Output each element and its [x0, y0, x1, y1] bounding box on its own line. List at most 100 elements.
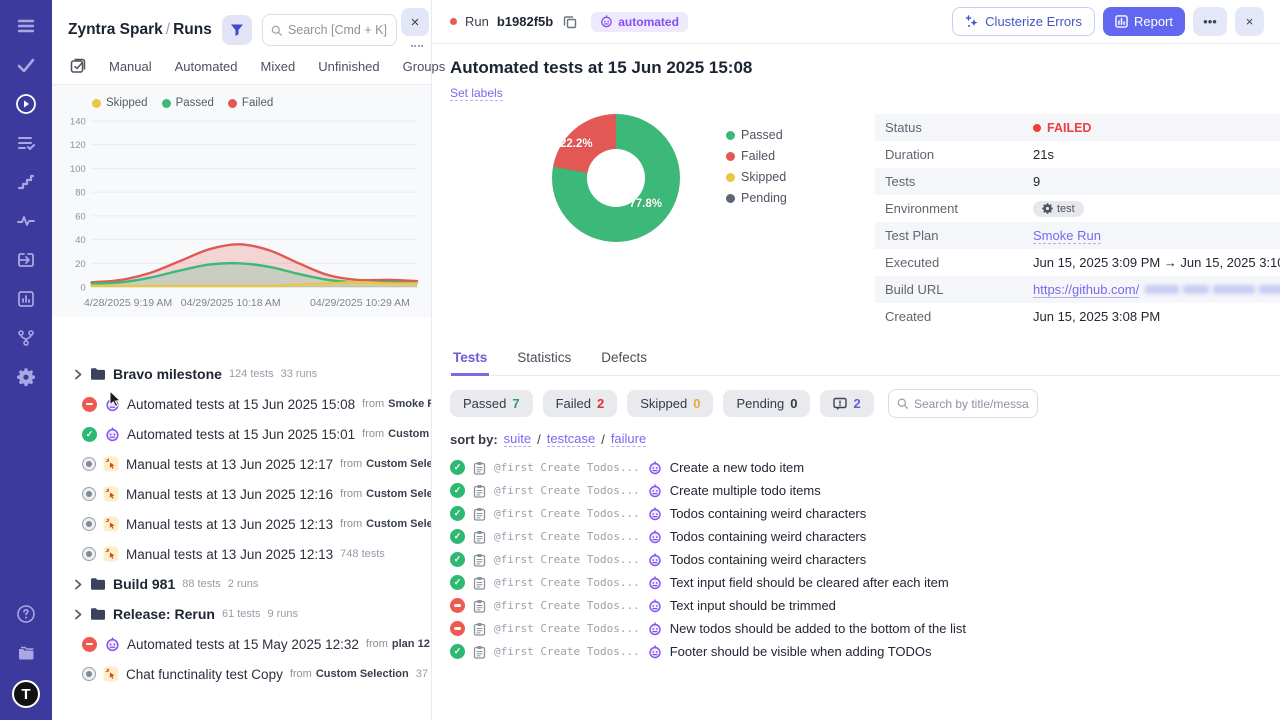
run-from-source[interactable]: Smoke Run — [388, 398, 431, 410]
test-row[interactable]: @first Create Todos... Footer should be … — [450, 643, 1280, 660]
select-runs-icon[interactable] — [70, 58, 86, 74]
test-row[interactable]: @first Create Todos... Create a new todo… — [450, 459, 1280, 476]
test-suite[interactable]: @first Create Todos... — [494, 507, 640, 520]
run-title[interactable]: Build 981 — [113, 576, 175, 592]
test-title[interactable]: Todos containing weird characters — [670, 529, 867, 544]
sort-by-suite[interactable]: suite — [504, 431, 531, 447]
test-suite[interactable]: @first Create Todos... — [494, 645, 640, 658]
project-name[interactable]: Zyntra Spark — [68, 21, 163, 38]
test-title[interactable]: New todos should be added to the bottom … — [670, 621, 966, 636]
panel-close-button[interactable]: × — [401, 8, 429, 36]
panel-resize-handle[interactable] — [411, 40, 423, 47]
test-title[interactable]: Text input field should be cleared after… — [670, 575, 949, 590]
run-from-source[interactable]: Custom Selection — [366, 458, 431, 470]
run-row[interactable]: Manual tests at 13 Jun 2025 12:17 from C… — [52, 449, 431, 479]
test-suite[interactable]: @first Create Todos... — [494, 530, 640, 543]
tab-unfinished[interactable]: Unfinished — [318, 59, 379, 74]
list-check-icon[interactable] — [14, 131, 38, 155]
activity-icon[interactable] — [14, 209, 38, 233]
play-circle-icon[interactable] — [14, 92, 38, 116]
run-row[interactable]: Manual tests at 13 Jun 2025 12:13 from 7… — [52, 539, 431, 569]
test-row[interactable]: @first Create Todos... Create multiple t… — [450, 482, 1280, 499]
run-from-source[interactable]: Custom Selection — [388, 428, 431, 440]
chevron-right-icon[interactable] — [74, 609, 83, 620]
run-title[interactable]: Automated tests at 15 May 2025 12:32 — [127, 637, 359, 652]
test-plan-link[interactable]: Smoke Run — [1033, 228, 1101, 244]
run-row[interactable]: Release: Rerun from 61 tests 9 runs — [52, 599, 431, 629]
help-icon[interactable] — [14, 602, 38, 626]
set-labels-link[interactable]: Set labels — [450, 86, 503, 101]
run-title[interactable]: Chat functinality test Copy — [126, 667, 283, 682]
test-suite[interactable]: @first Create Todos... — [494, 622, 640, 635]
tab-defects[interactable]: Defects — [599, 344, 649, 375]
test-row[interactable]: @first Create Todos... Text input field … — [450, 574, 1280, 591]
run-row[interactable]: Manual tests at 13 Jun 2025 12:16 from C… — [52, 479, 431, 509]
filter-comments-chip[interactable]: 2 — [820, 390, 873, 417]
run-title[interactable]: Manual tests at 13 Jun 2025 12:17 — [126, 457, 333, 472]
run-from-source[interactable]: Custom Selection — [316, 668, 409, 680]
test-suite[interactable]: @first Create Todos... — [494, 599, 640, 612]
close-run-button[interactable]: × — [1235, 7, 1264, 36]
run-from-source[interactable]: Custom Selection — [366, 488, 431, 500]
run-title[interactable]: Manual tests at 13 Jun 2025 12:13 — [126, 517, 333, 532]
run-title[interactable]: Bravo milestone — [113, 366, 222, 382]
tab-statistics[interactable]: Statistics — [515, 344, 573, 375]
filter-failed-chip[interactable]: Failed2 — [543, 390, 618, 417]
run-title[interactable]: Manual tests at 13 Jun 2025 12:13 — [126, 547, 333, 562]
runs-search-input[interactable] — [288, 23, 388, 37]
sort-by-testcase[interactable]: testcase — [547, 431, 595, 447]
run-row[interactable]: Automated tests at 15 May 2025 12:32 fro… — [52, 629, 431, 659]
run-row[interactable]: Bravo milestone from 124 tests 33 runs — [52, 359, 431, 389]
filter-skipped-chip[interactable]: Skipped0 — [627, 390, 713, 417]
test-title[interactable]: Footer should be visible when adding TOD… — [670, 644, 932, 659]
test-row[interactable]: @first Create Todos... Text input should… — [450, 597, 1280, 614]
run-row[interactable]: Build 981 from 88 tests 2 runs — [52, 569, 431, 599]
build-url-link[interactable]: https://github.com/ — [1033, 282, 1139, 298]
run-title[interactable]: Release: Rerun — [113, 606, 215, 622]
report-button[interactable]: Report — [1103, 7, 1185, 36]
gear-icon[interactable] — [14, 365, 38, 389]
run-from-source[interactable]: Custom Selection — [366, 518, 431, 530]
chevron-right-icon[interactable] — [74, 369, 83, 380]
tab-manual[interactable]: Manual — [109, 59, 152, 74]
test-title[interactable]: Create multiple todo items — [670, 483, 821, 498]
clusterize-errors-button[interactable]: Clusterize Errors — [952, 7, 1095, 36]
run-from-source[interactable]: plan 12 — [392, 638, 430, 650]
test-row[interactable]: @first Create Todos... Todos containing … — [450, 551, 1280, 568]
test-title[interactable]: Create a new todo item — [670, 460, 804, 475]
test-suite[interactable]: @first Create Todos... — [494, 576, 640, 589]
tab-mixed[interactable]: Mixed — [261, 59, 296, 74]
more-actions-button[interactable]: ••• — [1193, 7, 1227, 36]
filter-button[interactable] — [222, 15, 252, 45]
run-row[interactable]: Chat functinality test Copy from Custom … — [52, 659, 431, 689]
app-logo[interactable]: T — [12, 680, 40, 708]
filter-passed-chip[interactable]: Passed7 — [450, 390, 533, 417]
sort-by-failure[interactable]: failure — [611, 431, 646, 447]
folders-icon[interactable] — [14, 641, 38, 665]
run-title[interactable]: Automated tests at 15 Jun 2025 15:01 — [127, 427, 355, 442]
menu-icon[interactable] — [14, 14, 38, 38]
run-title[interactable]: Manual tests at 13 Jun 2025 12:16 — [126, 487, 333, 502]
tab-tests[interactable]: Tests — [451, 344, 489, 376]
test-title[interactable]: Todos containing weird characters — [670, 506, 867, 521]
run-title[interactable]: Automated tests at 15 Jun 2025 15:08 — [127, 397, 355, 412]
branch-icon[interactable] — [14, 326, 38, 350]
test-title[interactable]: Todos containing weird characters — [670, 552, 867, 567]
run-row[interactable]: Manual tests at 13 Jun 2025 12:13 from C… — [52, 509, 431, 539]
import-icon[interactable] — [14, 248, 38, 272]
filter-pending-chip[interactable]: Pending0 — [723, 390, 810, 417]
run-row[interactable]: Automated tests at 15 Jun 2025 15:08 fro… — [52, 389, 431, 419]
copy-icon[interactable] — [563, 15, 577, 29]
chevron-right-icon[interactable] — [74, 579, 83, 590]
test-suite[interactable]: @first Create Todos... — [494, 461, 640, 474]
steps-icon[interactable] — [14, 170, 38, 194]
tab-automated[interactable]: Automated — [175, 59, 238, 74]
test-row[interactable]: @first Create Todos... Todos containing … — [450, 505, 1280, 522]
test-title[interactable]: Text input should be trimmed — [670, 598, 836, 613]
test-suite[interactable]: @first Create Todos... — [494, 484, 640, 497]
bar-chart-icon[interactable] — [14, 287, 38, 311]
check-icon[interactable] — [14, 53, 38, 77]
test-suite[interactable]: @first Create Todos... — [494, 553, 640, 566]
test-row[interactable]: @first Create Todos... Todos containing … — [450, 528, 1280, 545]
test-row[interactable]: @first Create Todos... New todos should … — [450, 620, 1280, 637]
